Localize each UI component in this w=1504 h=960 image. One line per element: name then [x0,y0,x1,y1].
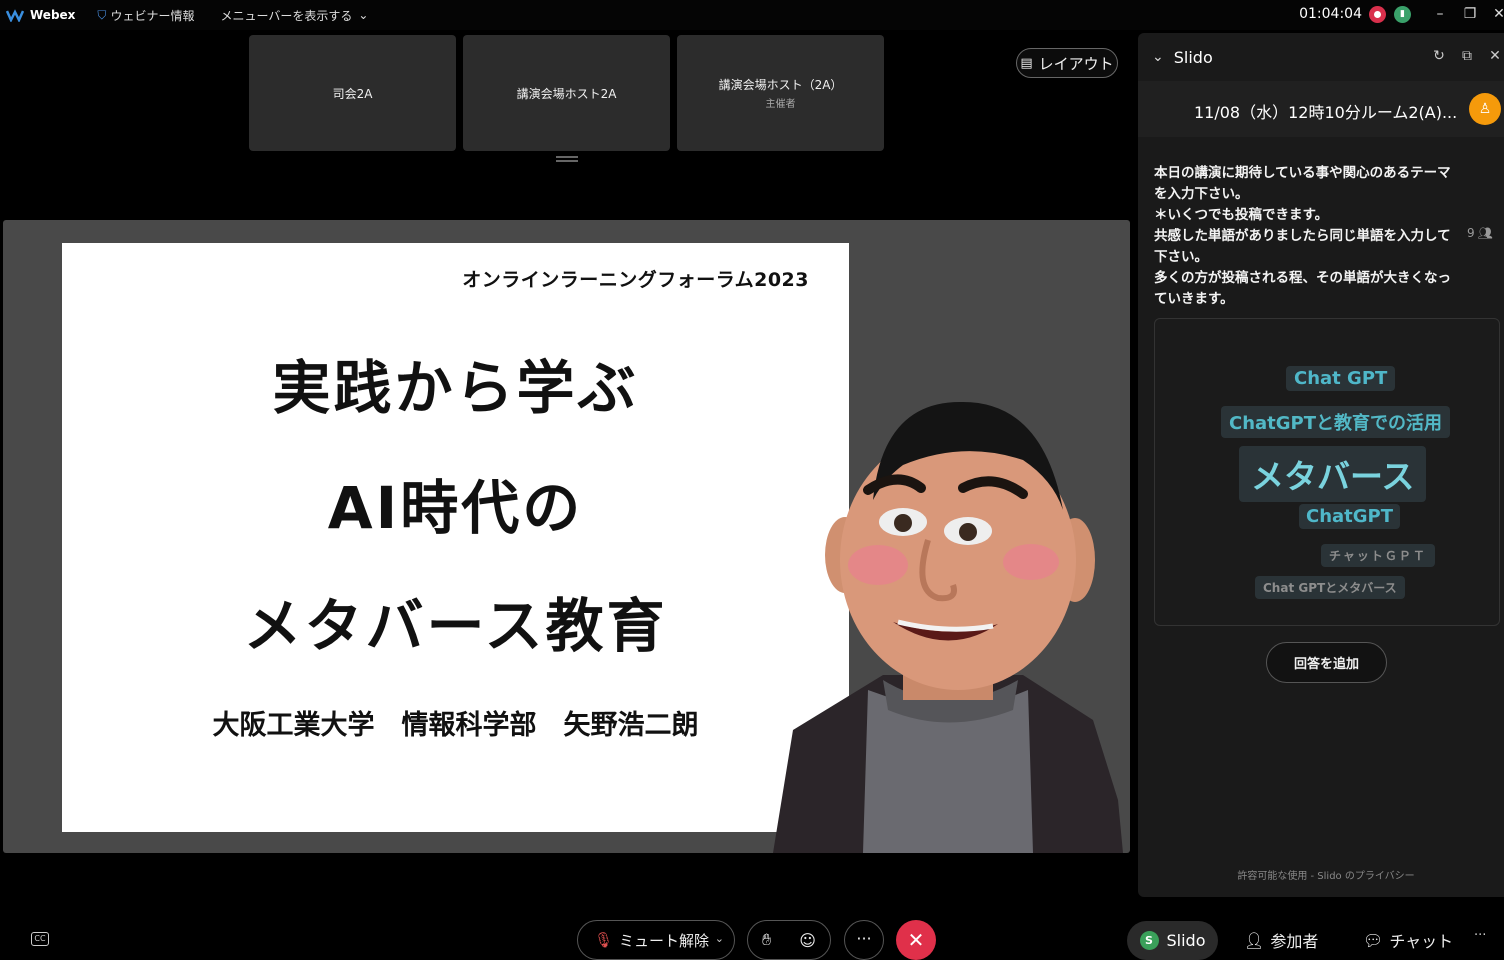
participant-name: 講演会場ホスト（2A） [718,78,843,92]
word-cloud-entry: メタバース [1239,446,1427,502]
presentation-slide: オンラインラーニングフォーラム2023 実践から学ぶ AI時代の メタバース教育… [62,243,849,832]
chevron-down-icon[interactable]: ⌄ [1152,49,1164,65]
more-panels-icon[interactable]: ··· [1474,928,1486,943]
slido-logo-icon: S [1139,931,1159,950]
refresh-icon[interactable]: ↻ [1430,47,1448,65]
chevron-down-icon[interactable]: ⌄ [715,932,724,945]
webex-logo-icon [6,9,24,22]
respondent-count: 9 👥︎ [1467,226,1493,240]
layout-button[interactable]: ▤ レイアウト [1016,48,1118,78]
person-icon: 👤︎ [1244,930,1265,950]
slido-header: ⌄ Slido [1138,33,1504,81]
show-menubar-label: メニューバーを表示する [220,8,353,23]
slido-tab[interactable]: S Slido [1127,921,1218,960]
participants-tab-label: 参加者 [1270,932,1319,951]
show-menubar-button[interactable]: メニューバーを表示する ⌄ [220,7,368,24]
poll-question-line: ＊いくつでも投稿できます。 [1154,207,1329,223]
chat-bubble-icon: 💬︎ [1363,930,1384,950]
chat-tab-label: チャット [1389,932,1454,951]
recording-icon[interactable] [1369,6,1386,23]
webinar-info-label: ウェビナー情報 [110,8,195,23]
thumbnail-resize-handle[interactable] [556,156,578,162]
muted-microphone-icon: 🎙︎ [594,931,614,949]
meeting-timer: 01:04:04 [1299,6,1362,22]
people-icon: 👥︎ [1477,226,1493,240]
slide-title-line-3: メタバース教育 [243,592,668,660]
raise-hand-icon[interactable]: ✋︎ [762,930,771,950]
participant-tile[interactable]: 司会2A [249,35,456,151]
shared-content-stage: オンラインラーニングフォーラム2023 実践から学ぶ AI時代の メタバース教育… [3,220,1130,853]
unmute-label: ミュート解除 [619,931,710,950]
word-cloud-entry: Chat GPTとメタバース [1255,576,1405,599]
unmute-button[interactable]: 🎙︎ ミュート解除 ⌄ [577,920,735,960]
presenter-avatar [773,401,1123,853]
participant-tile[interactable]: 講演会場ホスト2A [463,35,670,151]
reactions-group: ✋︎ ☺ [747,920,831,960]
slide-forum-name: オンラインラーニングフォーラム2023 [462,269,809,291]
slido-footer-links[interactable]: 許容可能な使用 - Slido のプライバシー [1138,867,1504,882]
poll-question-line: 共感した単語がありましたら同じ単語を入力して下さい。 [1154,228,1451,265]
word-cloud-entry: ChatGPTと教育での活用 [1221,406,1451,438]
closed-captions-icon[interactable]: CC [31,932,49,946]
slide-author: 大阪工業大学 情報科学部 矢野浩二朗 [212,710,699,741]
word-cloud-entry: Chat GPT [1286,366,1396,391]
slide-title-line-2: AI時代の [327,474,584,542]
restore-icon[interactable]: ❐ [1460,4,1480,24]
participant-role: 主催者 [765,99,796,110]
user-avatar-icon[interactable]: ♙ [1469,93,1501,125]
chat-tab[interactable]: 💬︎ チャット [1363,928,1453,952]
slido-tab-label: Slido [1166,931,1206,950]
close-icon[interactable]: ✕ [1486,47,1504,65]
word-cloud-entry: チャットＧＰＴ [1321,544,1435,567]
add-answer-button[interactable]: 回答を追加 [1266,642,1387,683]
word-cloud-entry: ChatGPT [1299,504,1401,529]
webinar-info-button[interactable]: ⛉ ウェビナー情報 [97,7,194,24]
title-bar: Webex ⛉ ウェビナー情報 メニューバーを表示する ⌄ 01:04:04 ▮… [0,0,1504,30]
leave-meeting-button[interactable]: ✕ [896,920,936,960]
participants-tab[interactable]: 👤︎ 参加者 [1244,928,1318,952]
slido-panel-title: Slido [1173,47,1213,67]
shield-icon: ⛉ [97,7,107,22]
slido-panel: ⌄ Slido ↻ ⧉ ✕ 11/08（水）12時10分ルーム2(A)... ♙… [1138,33,1504,897]
slide-title-line-1: 実践から学ぶ [272,354,639,422]
minimize-icon[interactable]: – [1430,4,1450,24]
word-cloud: Chat GPT ChatGPTと教育での活用 メタバース ChatGPT チャ… [1154,318,1500,626]
participant-name: 講演会場ホスト2A [516,86,617,101]
poll-question-line: 本日の講演に期待している事や関心のあるテーマを入力下さい。 [1154,165,1451,202]
close-icon[interactable]: ✕ [1489,4,1504,24]
chevron-down-icon: ⌄ [358,8,369,22]
reaction-icon[interactable]: ☺ [799,931,816,950]
network-health-icon[interactable]: ▮ [1394,6,1411,23]
participant-tile[interactable]: 講演会場ホスト（2A） 主催者 [677,35,884,151]
slido-event-bar: 11/08（水）12時10分ルーム2(A)... [1138,81,1504,137]
participant-name: 司会2A [332,86,373,101]
calendar-icon: ▤ [1020,55,1033,71]
poll-question-line: 多くの方が投稿される程、その単語が大きくなっていきます。 [1154,270,1451,307]
poll-question: 本日の講演に期待している事や関心のあるテーマを入力下さい。 ＊いくつでも投稿でき… [1154,163,1458,310]
respondent-count-value: 9 [1467,226,1475,240]
pop-out-icon[interactable]: ⧉ [1458,47,1476,65]
layout-label: レイアウト [1038,54,1114,73]
app-title: Webex [30,8,76,22]
event-title: 11/08（水）12時10分ルーム2(A)... [1194,103,1458,122]
more-options-button[interactable]: ··· [844,920,884,960]
